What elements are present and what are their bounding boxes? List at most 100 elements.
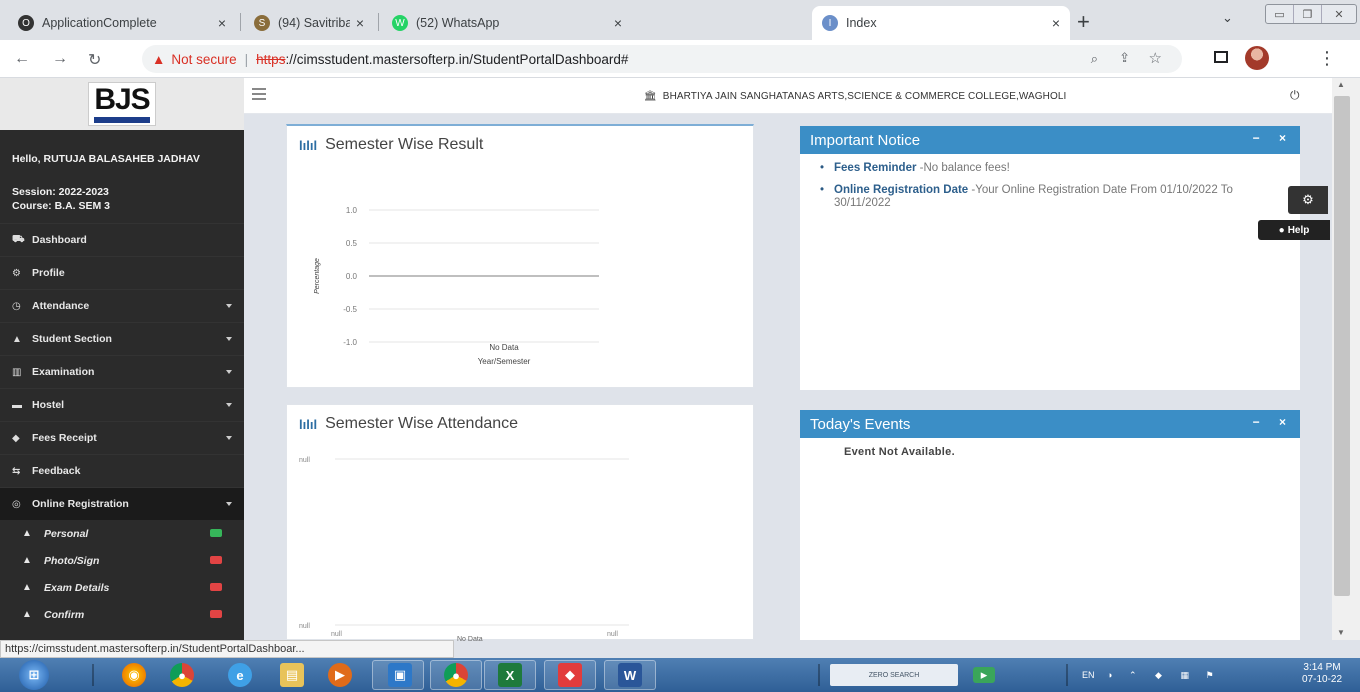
close-icon[interactable]: ×	[614, 15, 622, 31]
submenu-item-personal[interactable]: ▲ Personal	[0, 520, 244, 547]
url-text: ://cimsstudent.mastersofterp.in/StudentP…	[285, 51, 629, 67]
tab-application-complete[interactable]: O ApplicationComplete ×	[8, 6, 236, 40]
new-tab-button[interactable]: +	[1077, 9, 1090, 35]
not-secure-label[interactable]: Not secure	[171, 52, 236, 67]
minimize-icon[interactable]: ▭	[1266, 5, 1294, 23]
speaker-icon[interactable]: ▦	[1180, 670, 1189, 680]
chrome-icon: ●	[170, 663, 194, 687]
sidebar-item-student-section[interactable]: ▲ Student Section	[0, 322, 244, 355]
sidebar-item-hostel[interactable]: ▬ Hostel	[0, 388, 244, 421]
language-indicator[interactable]: EN	[1082, 670, 1095, 680]
chrome-taskbar-button[interactable]: ●	[162, 661, 202, 689]
share-icon[interactable]: ⇪	[1119, 50, 1130, 66]
tray-expand-icon[interactable]: ⌃	[1129, 670, 1137, 680]
zoom-icon[interactable]: ⌕	[1091, 51, 1098, 67]
firefox-taskbar-button[interactable]: ◉	[114, 661, 154, 689]
college-logo[interactable]: BJS	[88, 82, 156, 126]
power-icon[interactable]: ⏻	[1290, 88, 1300, 103]
scroll-down-icon[interactable]: ▼	[1337, 628, 1345, 637]
close-icon[interactable]: ×	[218, 15, 226, 31]
close-window-icon[interactable]: ✕	[1322, 5, 1356, 23]
close-icon[interactable]: ×	[356, 15, 364, 31]
x-axis-label: Year/Semester	[478, 357, 531, 366]
caret-down-icon	[226, 370, 232, 374]
scrollbar-thumb[interactable]	[1334, 96, 1350, 596]
security-taskbar-button[interactable]: ▣	[380, 661, 420, 689]
forward-icon[interactable]: →	[52, 50, 68, 68]
window-controls: ▭ ❐ ✕	[1265, 4, 1357, 24]
system-tray: EN ◑ ⌃ ◆ ▦ ⚑	[1082, 670, 1214, 681]
tab-savitribai-phule[interactable]: S (94) Savitribai Phule Pun ×	[244, 6, 374, 40]
help-button[interactable]: ● Help	[1258, 220, 1330, 240]
sidebar-item-examination[interactable]: ▥ Examination	[0, 355, 244, 388]
sidebar-item-attendance[interactable]: ◷ Attendance	[0, 289, 244, 322]
flag-icon[interactable]: ⚑	[1206, 670, 1214, 680]
user-icon: ▲	[22, 555, 32, 566]
status-badge	[210, 583, 222, 591]
tab-divider	[378, 13, 379, 31]
network-tray-button[interactable]: ▸	[964, 661, 1004, 689]
side-panel-icon[interactable]	[1214, 51, 1228, 63]
media-taskbar-button[interactable]: ▶	[320, 661, 360, 689]
result-chart: 1.0 0.5 0.0 -0.5 -1.0 No Data Year/Semester Per…	[314, 206, 599, 366]
ie-taskbar-button[interactable]: e	[220, 661, 260, 689]
close-panel-icon[interactable]: ×	[1279, 131, 1286, 145]
y-axis-label: Percentage	[314, 258, 321, 294]
bookmark-star-icon[interactable]: ☆	[1149, 49, 1162, 67]
tab-search-icon[interactable]: ⌄	[1222, 10, 1233, 26]
address-bar[interactable]: ▲ Not secure | https ://cimsstudent.mast…	[142, 45, 1182, 73]
sidebar-item-feedback[interactable]: ⇆ Feedback	[0, 454, 244, 487]
taskbar-search-box[interactable]: ZERO SEARCH	[830, 664, 958, 686]
help-tray-icon[interactable]: ◑	[1107, 670, 1112, 680]
windows-logo-icon: ⊞	[19, 660, 49, 690]
excel-taskbar-button[interactable]: X	[490, 661, 530, 689]
minimize-panel-icon[interactable]: −	[1253, 415, 1260, 429]
reload-icon[interactable]: ↻	[88, 50, 101, 70]
notice-item-title[interactable]: Fees Reminder	[834, 162, 916, 174]
submenu-item-exam-details[interactable]: ▲ Exam Details	[0, 574, 244, 601]
hamburger-menu-icon[interactable]	[252, 88, 266, 103]
settings-gear-icon[interactable]: ⚙	[1288, 186, 1328, 214]
anydesk-taskbar-button[interactable]: ◆	[550, 661, 590, 689]
warning-icon[interactable]: ▲	[152, 52, 165, 67]
volume-icon[interactable]: ◆	[1155, 670, 1162, 680]
no-events-text: Event Not Available.	[844, 446, 955, 458]
sidebar-item-online-registration[interactable]: ◎ Online Registration	[0, 487, 244, 520]
scroll-up-icon[interactable]: ▲	[1337, 80, 1345, 89]
profile-icon: ⚙	[12, 267, 21, 279]
chrome-window-taskbar-button[interactable]: ●	[436, 661, 476, 689]
taskbar-clock[interactable]: 3:14 PM 07-10-22	[1302, 662, 1342, 686]
word-taskbar-button[interactable]: W	[610, 661, 650, 689]
submenu-item-label: Exam Details	[44, 581, 110, 594]
sidebar-item-label: Feedback	[32, 465, 81, 477]
tab-index[interactable]: I Index ×	[812, 6, 1070, 40]
excel-icon: X	[498, 663, 522, 687]
notice-item-title[interactable]: Online Registration Date	[834, 184, 968, 196]
submenu-item-confirm[interactable]: ▲ Confirm	[0, 601, 244, 628]
maximize-icon[interactable]: ❐	[1294, 5, 1322, 23]
close-panel-icon[interactable]: ×	[1279, 415, 1286, 429]
sidebar-item-dashboard[interactable]: ⛟ Dashboard	[0, 223, 244, 256]
submenu-item-label: Photo/Sign	[44, 554, 100, 567]
sidebar-item-label: Fees Receipt	[32, 432, 97, 444]
explorer-taskbar-button[interactable]: ▤	[272, 661, 312, 689]
tab-favicon: S	[254, 15, 270, 31]
close-icon[interactable]: ×	[1052, 15, 1060, 31]
minimize-panel-icon[interactable]: −	[1253, 131, 1260, 145]
sidebar-item-fees-receipt[interactable]: ◆ Fees Receipt	[0, 421, 244, 454]
back-icon[interactable]: ←	[14, 50, 30, 68]
dashboard-content: lılıl Semester Wise Result 1.0 0.5 0.0 -0.5…	[244, 114, 1332, 641]
browser-menu-icon[interactable]: ⋮	[1318, 48, 1336, 69]
top-header: 🏛 BHARTIYA JAIN SANGHATANAS ARTS,SCIENCE …	[244, 78, 1332, 114]
caret-down-icon	[226, 304, 232, 308]
sidebar-item-profile[interactable]: ⚙ Profile	[0, 256, 244, 289]
profile-avatar[interactable]	[1245, 46, 1269, 70]
tab-whatsapp[interactable]: W (52) WhatsApp ×	[382, 6, 632, 40]
sidebar-item-label: Attendance	[32, 300, 90, 312]
submenu-item-photo-sign[interactable]: ▲ Photo/Sign	[0, 547, 244, 574]
status-url-bar: https://cimsstudent.mastersofterp.in/Stu…	[0, 640, 454, 658]
tab-favicon: I	[822, 15, 838, 31]
caret-down-icon	[226, 436, 232, 440]
tab-label: Index	[846, 16, 877, 30]
start-button[interactable]: ⊞	[12, 660, 56, 690]
